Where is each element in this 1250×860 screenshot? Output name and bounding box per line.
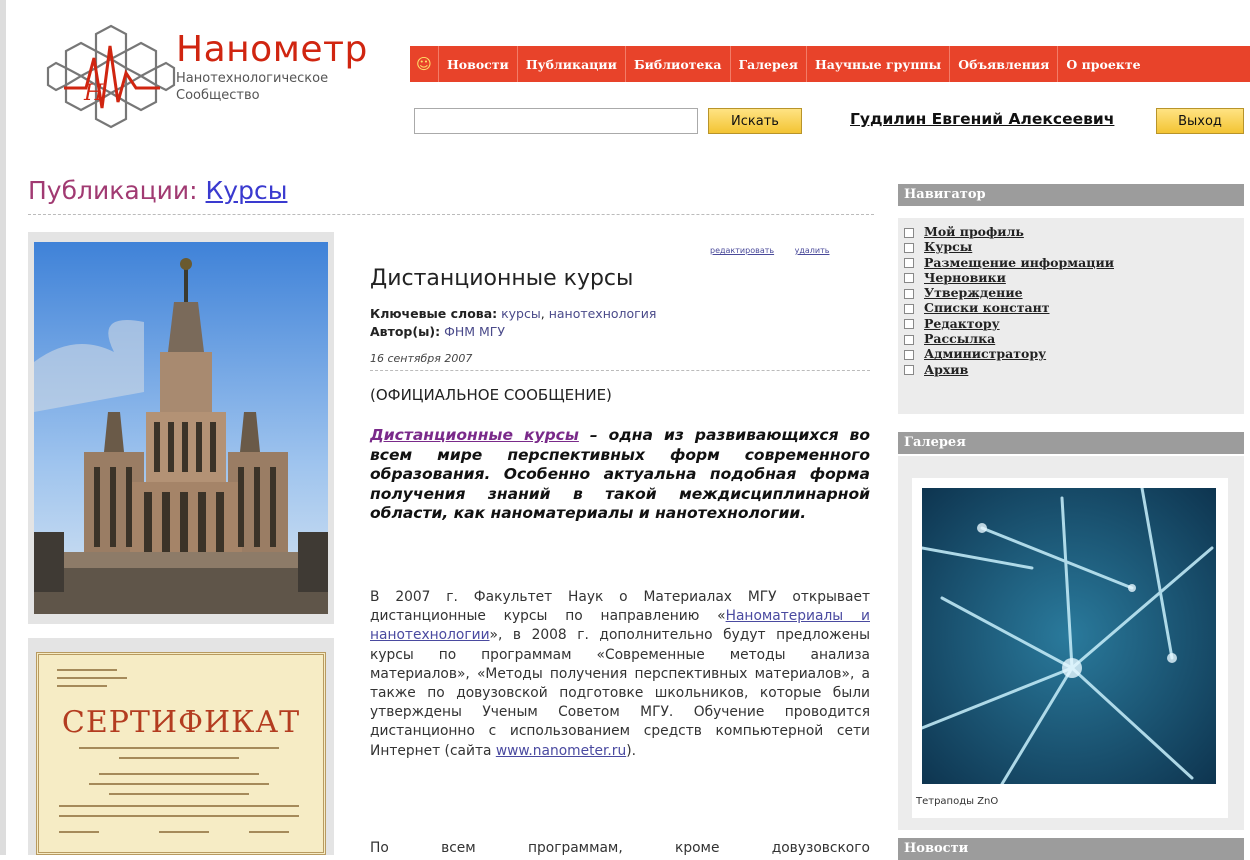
bullet-icon xyxy=(904,258,914,269)
logo-title: Нанометр xyxy=(176,29,368,70)
body-next-word: всем xyxy=(441,840,476,856)
divider xyxy=(370,370,870,371)
bullet-icon xyxy=(904,288,914,299)
sidebar-item-mailing[interactable]: Рассылка xyxy=(904,331,1114,346)
article-date: 16 сентября 2007 xyxy=(370,352,473,365)
certificate-title: СЕРТИФИКАТ xyxy=(61,705,301,740)
page-section: Публикации xyxy=(28,176,190,205)
nav-item-gallery[interactable]: Галерея xyxy=(729,46,806,82)
body-link-site[interactable]: www.nanometer.ru xyxy=(496,743,626,759)
certificate-image-box: СЕРТИФИКАТ xyxy=(28,638,334,855)
article-lead: Дистанционные курсы – одна из развивающи… xyxy=(370,426,870,524)
nav-item-research-groups[interactable]: Научные группы xyxy=(805,46,949,82)
sidebar-item-post-info[interactable]: Размещение информации xyxy=(904,255,1114,270)
article-body-next: По всем программам, кроме довузовского xyxy=(370,840,870,856)
bullet-icon xyxy=(904,319,914,330)
nav-item-library[interactable]: Библиотека xyxy=(624,46,730,82)
bullet-icon xyxy=(904,227,914,238)
sidebar-item-my-profile[interactable]: Мой профиль xyxy=(904,224,1114,239)
page-title-colon: : xyxy=(189,176,206,205)
gallery-frame xyxy=(912,478,1228,818)
official-notice: (ОФИЦИАЛЬНОЕ СООБЩЕНИЕ) xyxy=(370,386,612,404)
certificate-image: СЕРТИФИКАТ xyxy=(36,652,326,855)
logo-hexagon-icon: H xyxy=(46,24,176,129)
gallery-caption: Тетраподы ZnO xyxy=(916,796,999,807)
nav-item-news[interactable]: Новости xyxy=(438,46,517,82)
logo-subtitle-1: Нанотехнологическое xyxy=(176,71,329,86)
msu-building-image xyxy=(34,242,328,614)
edit-link[interactable]: редактировать xyxy=(710,246,774,255)
svg-text:H: H xyxy=(83,81,104,106)
bullet-icon xyxy=(904,303,914,314)
university-photo xyxy=(28,232,334,624)
bullet-icon xyxy=(904,273,914,284)
body-next-word: довузовского xyxy=(771,840,870,856)
logo-text: Нанометр Нанотехнологическое Сообщество xyxy=(176,30,368,104)
sidebar-item-admin[interactable]: Администратору xyxy=(904,346,1114,361)
bullet-icon xyxy=(904,349,914,360)
author-link[interactable]: ФНМ МГУ xyxy=(444,324,505,339)
body-next-word: По xyxy=(370,840,389,856)
home-icon[interactable]: ☺ xyxy=(410,46,438,82)
sidebar-item-drafts[interactable]: Черновики xyxy=(904,270,1114,285)
bullet-icon xyxy=(904,334,914,345)
sidebar-item-archive[interactable]: Архив xyxy=(904,362,1114,377)
authors-label: Автор(ы): xyxy=(370,324,441,339)
body-text-3: ). xyxy=(626,742,636,759)
logo-subtitle-2: Сообщество xyxy=(176,88,260,103)
nav-item-publications[interactable]: Публикации xyxy=(516,46,625,82)
sidebar-item-courses[interactable]: Курсы xyxy=(904,239,1114,254)
keyword-link-nanotech[interactable]: нанотехнология xyxy=(549,306,657,321)
divider xyxy=(28,214,874,215)
body-text-2: », в 2008 г. дополнительно будут предлож… xyxy=(370,627,870,759)
search-button[interactable]: Искать xyxy=(708,108,802,134)
main-navbar: ☺ Новости Публикации Библиотека Галерея … xyxy=(410,46,1250,82)
bullet-icon xyxy=(904,365,914,376)
nav-item-about[interactable]: О проекте xyxy=(1057,46,1148,82)
article-title: Дистанционные курсы xyxy=(370,266,634,291)
article-actions: редактировать удалить xyxy=(692,246,830,255)
page-subsection-link[interactable]: Курсы xyxy=(206,176,288,205)
authors-line: Автор(ы): ФНМ МГУ xyxy=(370,324,505,339)
keyword-link-courses[interactable]: курсы xyxy=(501,306,541,321)
lead-link[interactable]: Дистанционные курсы xyxy=(370,426,579,444)
logout-button[interactable]: Выход xyxy=(1156,108,1244,134)
navigator-header: Навигатор xyxy=(898,184,1244,206)
news-header: Новости xyxy=(898,838,1244,860)
delete-link[interactable]: удалить xyxy=(795,246,830,255)
keywords-line: Ключевые слова: курсы, нанотехнология xyxy=(370,306,657,321)
nav-item-announcements[interactable]: Объявления xyxy=(949,46,1057,82)
sidebar-item-approval[interactable]: Утверждение xyxy=(904,285,1114,300)
sidebar-item-constants[interactable]: Списки констант xyxy=(904,300,1114,315)
window-left-edge xyxy=(0,0,6,855)
article-body: В 2007 г. Факультет Наук о Материалах МГ… xyxy=(370,588,870,761)
body-next-word: кроме xyxy=(675,840,720,856)
gallery-header: Галерея xyxy=(898,432,1244,454)
gallery-image[interactable] xyxy=(922,488,1216,784)
user-profile-link[interactable]: Гудилин Евгений Алексеевич xyxy=(850,110,1114,128)
navigator-list: Мой профиль Курсы Размещение информации … xyxy=(904,224,1114,377)
page-title: Публикации: Курсы xyxy=(28,176,287,205)
bullet-icon xyxy=(904,242,914,253)
body-next-word: программам, xyxy=(527,840,623,856)
sidebar-item-editor[interactable]: Редактору xyxy=(904,316,1114,331)
search-input[interactable] xyxy=(414,108,698,134)
keywords-label: Ключевые слова: xyxy=(370,306,498,321)
